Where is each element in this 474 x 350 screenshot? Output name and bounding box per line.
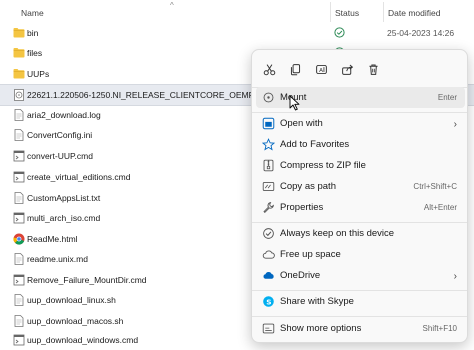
menu-item-shortcut: Alt+Enter <box>423 203 457 212</box>
column-divider[interactable] <box>330 2 331 22</box>
context-menu: A Mount Enter Open with › Add to Favorit… <box>251 49 468 343</box>
column-status[interactable]: Status <box>335 8 359 18</box>
file-name: convert-UUP.cmd <box>27 151 93 161</box>
file-date-modified: 25-04-2023 14:26 <box>387 28 455 38</box>
zip-icon <box>263 159 274 172</box>
rename-icon: A <box>315 64 327 74</box>
menu-item-label: Open with <box>280 118 323 129</box>
cloud-keep-icon <box>263 228 274 239</box>
copy-path-icon <box>262 181 275 192</box>
text-file-icon <box>13 294 25 306</box>
disc-image-icon <box>13 89 25 101</box>
text-file-icon <box>13 253 25 265</box>
folder-icon <box>13 27 25 38</box>
cut-icon <box>263 63 275 75</box>
menu-item-copy-as-path[interactable]: Copy as path Ctrl+Shift+C <box>256 176 465 197</box>
text-file-icon <box>13 109 25 121</box>
mouse-cursor-icon <box>289 95 300 111</box>
menu-item-shortcut: Shift+F10 <box>422 324 457 333</box>
menu-item-label: Add to Favorites <box>280 139 350 150</box>
script-file-icon <box>13 334 25 346</box>
share-button[interactable] <box>336 58 358 80</box>
file-name: aria2_download.log <box>27 110 101 120</box>
file-name: bin <box>27 28 39 38</box>
text-file-icon <box>13 315 25 327</box>
file-name: UUPs <box>27 69 50 79</box>
file-name: multi_arch_iso.cmd <box>27 213 101 223</box>
rename-button[interactable]: A <box>310 58 332 80</box>
menu-item-label: Free up space <box>280 249 341 260</box>
text-file-icon <box>13 129 25 141</box>
file-name: uup_download_macos.sh <box>27 316 124 326</box>
menu-item-label: Show more options <box>280 323 362 334</box>
file-row[interactable]: bin 25-04-2023 14:26 <box>0 23 474 43</box>
menu-item-add-to-favorites[interactable]: Add to Favorites <box>256 134 465 155</box>
script-file-icon <box>13 212 25 224</box>
skype-icon: S <box>263 296 274 307</box>
cut-button[interactable] <box>258 58 280 80</box>
delete-icon <box>368 64 378 75</box>
menu-item-label: Copy as path <box>280 181 336 192</box>
folder-icon <box>13 68 25 79</box>
column-name[interactable]: Name <box>21 8 44 18</box>
copy-icon <box>290 63 300 75</box>
script-file-icon <box>13 171 25 183</box>
menu-item-label: Share with Skype <box>280 296 354 307</box>
file-name: ReadMe.html <box>27 234 78 244</box>
column-header: Name ^ Status Date modified <box>0 0 474 22</box>
menu-item-open-with[interactable]: Open with › <box>256 113 465 134</box>
menu-item-label: Properties <box>280 202 324 213</box>
text-file-icon <box>13 192 25 204</box>
column-divider[interactable] <box>383 2 384 22</box>
star-icon <box>262 138 275 151</box>
quick-actions-bar: A <box>258 58 458 80</box>
menu-item-always-keep[interactable]: Always keep on this device <box>256 223 465 244</box>
cloud-free-icon <box>262 250 275 259</box>
svg-text:A: A <box>319 67 323 73</box>
menu-item-properties[interactable]: Properties Alt+Enter <box>256 197 465 218</box>
copy-button[interactable] <box>284 58 306 80</box>
sync-status-icon <box>334 27 345 38</box>
chevron-right-icon: › <box>453 271 457 282</box>
menu-item-compress-zip[interactable]: Compress to ZIP file <box>256 155 465 176</box>
chrome-icon <box>13 233 25 245</box>
menu-item-shortcut: Ctrl+Shift+C <box>413 182 457 191</box>
file-name: ConvertConfig.ini <box>27 130 93 140</box>
menu-item-show-more-options[interactable]: Show more options Shift+F10 <box>256 318 465 339</box>
more-options-icon <box>262 323 275 334</box>
file-name: uup_download_linux.sh <box>27 295 116 305</box>
sort-ascending-icon: ^ <box>170 1 174 10</box>
folder-icon <box>13 47 25 58</box>
menu-item-label: Always keep on this device <box>280 228 395 239</box>
delete-button[interactable] <box>362 58 384 80</box>
menu-item-label: OneDrive <box>280 270 321 281</box>
svg-text:S: S <box>266 297 271 306</box>
menu-item-onedrive[interactable]: OneDrive › <box>256 265 465 286</box>
script-file-icon <box>13 274 25 286</box>
menu-divider <box>252 316 467 317</box>
file-name: files <box>27 48 43 58</box>
file-name: readme.unix.md <box>27 254 88 264</box>
file-name: Remove_Failure_MountDir.cmd <box>27 275 147 285</box>
file-name: create_virtual_editions.cmd <box>27 172 131 182</box>
menu-item-share-skype[interactable]: S Share with Skype <box>256 291 465 312</box>
script-file-icon <box>13 150 25 162</box>
open-with-icon <box>262 117 275 130</box>
menu-item-label: Compress to ZIP file <box>280 160 366 171</box>
menu-item-mount[interactable]: Mount Enter <box>256 87 465 108</box>
chevron-right-icon: › <box>453 119 457 130</box>
mount-icon <box>263 92 274 103</box>
file-name: CustomAppsList.txt <box>27 193 101 203</box>
onedrive-icon <box>263 272 274 279</box>
properties-icon <box>263 202 274 214</box>
file-name: uup_download_windows.cmd <box>27 335 139 345</box>
menu-item-shortcut: Enter <box>437 93 457 102</box>
share-icon <box>341 64 353 75</box>
menu-item-free-up-space[interactable]: Free up space <box>256 244 465 265</box>
column-date-modified[interactable]: Date modified <box>388 8 440 18</box>
